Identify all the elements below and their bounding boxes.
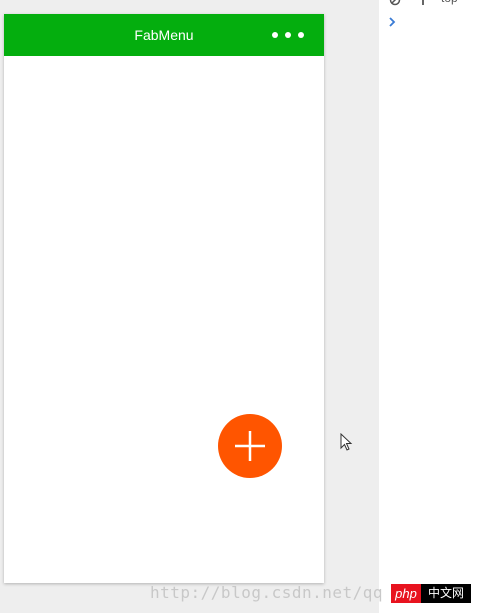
- more-dots-icon: [298, 32, 304, 38]
- plus-icon: [235, 431, 265, 461]
- fab-add-button[interactable]: [218, 414, 282, 478]
- logo-php-text: php: [391, 584, 421, 603]
- phone-simulator: FabMenu: [4, 14, 324, 583]
- devtools-toolbar: top: [379, 0, 482, 8]
- more-dots-icon: [285, 32, 291, 38]
- console-context-selector[interactable]: top: [441, 0, 458, 5]
- navigation-bar: FabMenu: [4, 14, 324, 56]
- filter-icon[interactable]: [419, 0, 427, 5]
- screen: FabMenu top: [0, 0, 482, 613]
- clear-console-icon[interactable]: [389, 0, 401, 6]
- devtools-console-panel: top: [379, 0, 482, 613]
- php-cn-logo: php 中文网: [391, 584, 471, 603]
- more-menu-button[interactable]: [272, 27, 304, 43]
- console-prompt-icon[interactable]: [388, 15, 398, 29]
- logo-cn-text: 中文网: [421, 584, 471, 603]
- page-content: [4, 56, 324, 583]
- more-dots-icon: [272, 32, 278, 38]
- mouse-cursor-icon: [340, 433, 353, 451]
- watermark-text: http://blog.csdn.net/qq: [150, 583, 384, 602]
